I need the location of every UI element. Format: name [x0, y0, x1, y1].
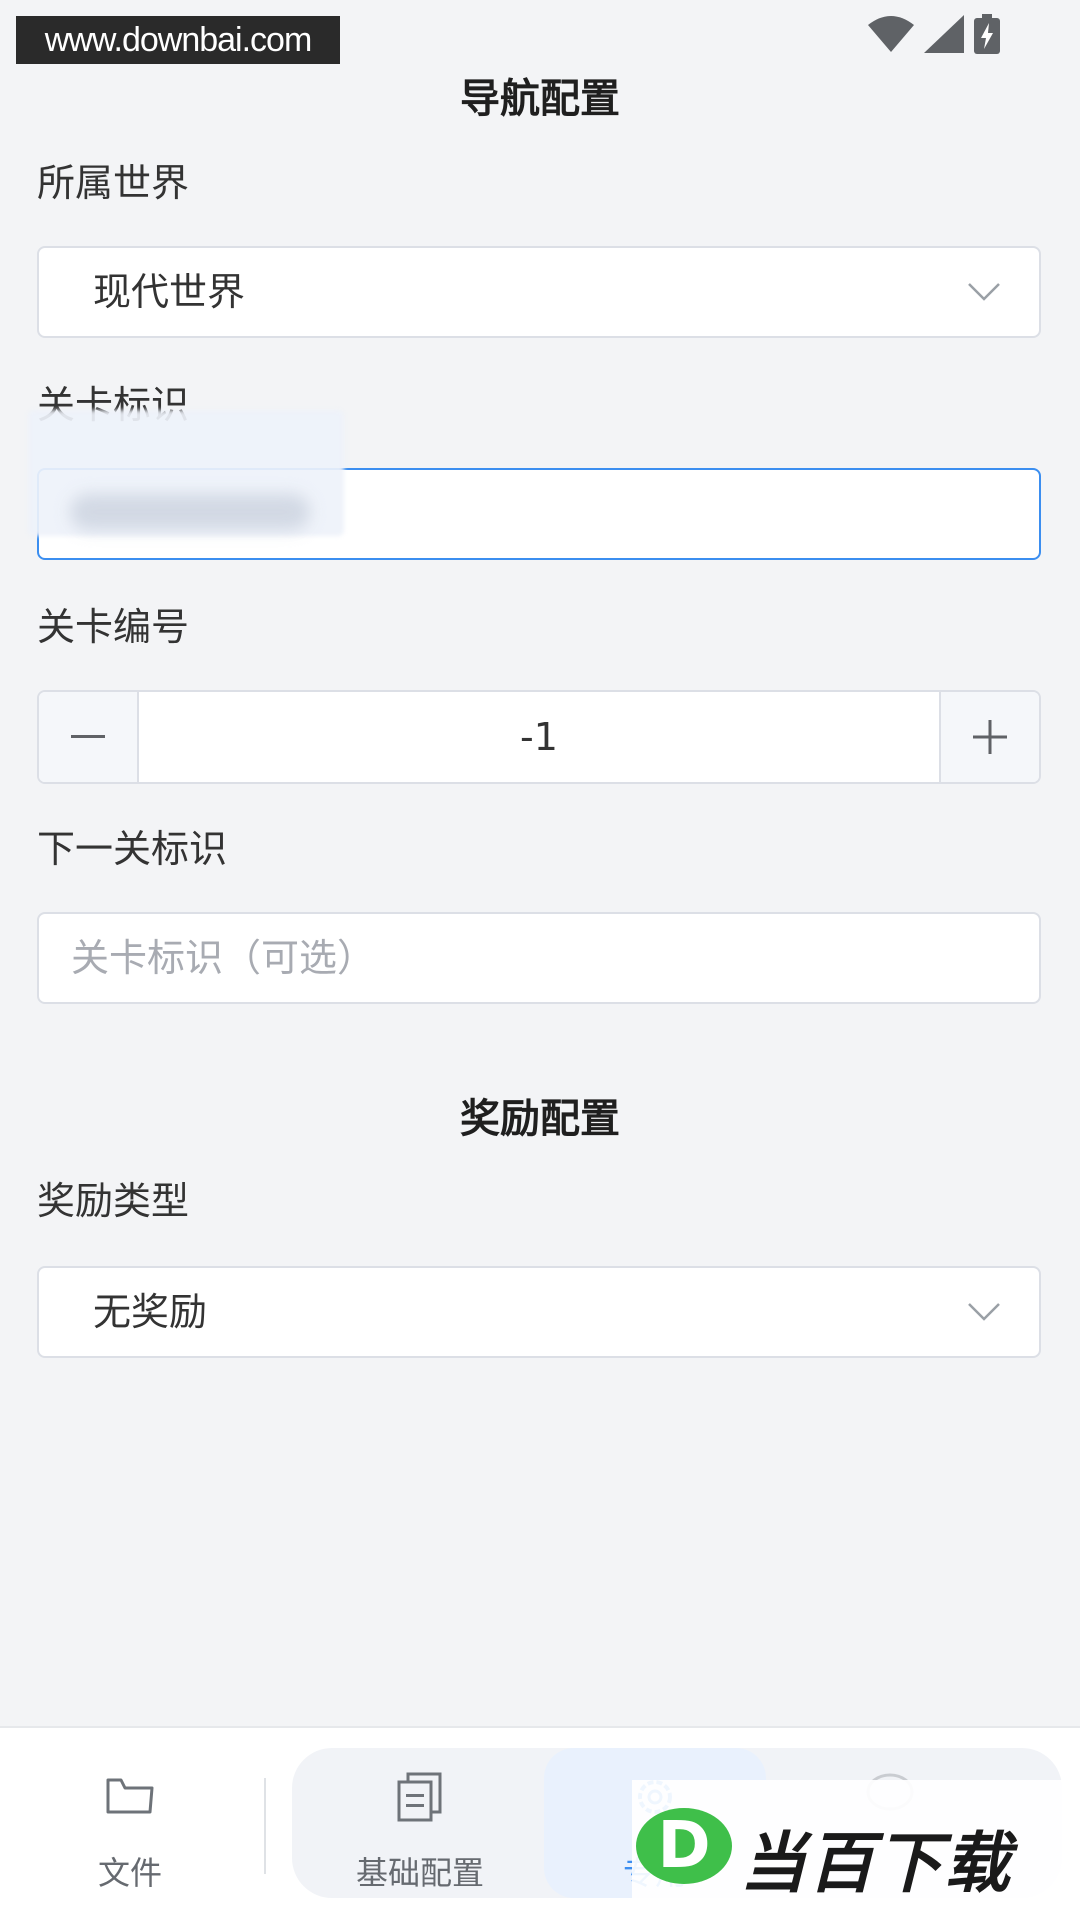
navigation-section-title: 导航配置 [460, 76, 620, 122]
nav-item-files[interactable]: 文件 [40, 1728, 220, 1908]
world-select[interactable]: 现代世界 [37, 246, 1041, 338]
screen: www.downbai.com 导航配置 所属世界 现代世界 关卡标识 关卡编号 [0, 0, 1080, 1920]
nav-item-basic-config[interactable]: 基础配置 [320, 1728, 520, 1908]
increment-button[interactable] [939, 692, 1039, 782]
nav-item-label: 文件 [97, 1854, 162, 1892]
level-number-stepper: -1 [37, 690, 1041, 784]
folder-icon [106, 1778, 154, 1814]
wifi-icon [868, 16, 914, 52]
brand-name: 当百下载 [740, 1825, 1012, 1902]
copy-document-icon [397, 1772, 442, 1822]
reward-type-select[interactable]: 无奖励 [37, 1266, 1041, 1358]
nav-divider [264, 1778, 266, 1874]
plus-icon [973, 720, 1007, 754]
level-number-value[interactable]: -1 [139, 692, 939, 782]
minus-icon [71, 735, 105, 738]
next-level-id-placeholder: 关卡标识（可选） [71, 936, 376, 980]
reward-section-title: 奖励配置 [460, 1096, 620, 1142]
level-number-label: 关卡编号 [37, 605, 190, 649]
reward-type-value: 无奖励 [93, 1290, 208, 1334]
brand-watermark: D 当百下载 [632, 1780, 1062, 1920]
world-select-value: 现代世界 [93, 270, 246, 314]
cell-signal-icon [924, 15, 964, 53]
status-bar: www.downbai.com [0, 0, 1080, 64]
next-level-id-input[interactable]: 关卡标识（可选） [37, 912, 1041, 1004]
status-icons [868, 14, 1000, 54]
blurred-text [70, 494, 310, 530]
world-label: 所属世界 [37, 161, 190, 205]
watermark-url: www.downbai.com [16, 16, 340, 64]
next-level-id-label: 下一关标识 [37, 827, 228, 871]
decrement-button[interactable] [39, 692, 139, 782]
chevron-down-icon [968, 283, 1000, 301]
nav-item-label: 基础配置 [355, 1854, 484, 1892]
reward-type-label: 奖励类型 [37, 1179, 190, 1223]
brand-logo: D [636, 1808, 732, 1884]
battery-charging-icon [974, 14, 1000, 54]
chevron-down-icon [968, 1303, 1000, 1321]
